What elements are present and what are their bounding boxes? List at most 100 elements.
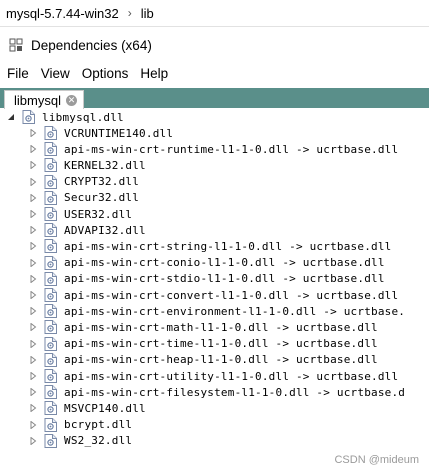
breadcrumb: mysql-5.7.44-win32 › lib bbox=[0, 0, 429, 27]
dll-file-icon bbox=[44, 255, 57, 270]
dll-file-icon bbox=[44, 223, 57, 238]
window-titlebar: Dependencies (x64) bbox=[0, 27, 429, 63]
collapsed-arrow-icon[interactable] bbox=[28, 355, 38, 365]
breadcrumb-separator: › bbox=[127, 6, 132, 20]
dll-file-icon bbox=[44, 320, 57, 335]
tree-item-label: api-ms-win-crt-time-l1-1-0.dll -> ucrtba… bbox=[64, 337, 378, 351]
breadcrumb-item-folder[interactable]: mysql-5.7.44-win32 bbox=[0, 6, 119, 21]
collapsed-arrow-icon[interactable] bbox=[28, 160, 38, 170]
tree-item-label: api-ms-win-crt-string-l1-1-0.dll -> ucrt… bbox=[64, 239, 392, 253]
dll-file-icon bbox=[44, 207, 57, 221]
dll-file-icon bbox=[44, 433, 57, 448]
collapsed-arrow-icon[interactable] bbox=[28, 193, 38, 203]
dll-file-icon bbox=[44, 336, 57, 351]
tree-item[interactable]: VCRUNTIME140.dll bbox=[28, 125, 173, 141]
tree-item[interactable]: api-ms-win-crt-environment-l1-1-0.dll ->… bbox=[28, 303, 405, 319]
dll-file-icon bbox=[44, 352, 57, 367]
expanded-arrow-icon[interactable] bbox=[6, 112, 16, 122]
dll-file-icon bbox=[44, 271, 57, 286]
dll-file-icon bbox=[44, 158, 57, 173]
dll-file-icon bbox=[44, 288, 57, 302]
tree-item[interactable]: KERNEL32.dll bbox=[28, 157, 146, 173]
tree-item[interactable]: ADVAPI32.dll bbox=[28, 222, 146, 238]
tree-item-label: api-ms-win-crt-math-l1-1-0.dll -> ucrtba… bbox=[64, 320, 378, 334]
tree-item-label: api-ms-win-crt-runtime-l1-1-0.dll -> ucr… bbox=[64, 142, 399, 156]
collapsed-arrow-icon[interactable] bbox=[28, 322, 38, 332]
tree-item[interactable]: CRYPT32.dll bbox=[28, 174, 139, 190]
tree-item-label: api-ms-win-crt-filesystem-l1-1-0.dll -> … bbox=[64, 385, 406, 399]
collapsed-arrow-icon[interactable] bbox=[28, 177, 38, 187]
tree-item-label: MSVCP140.dll bbox=[64, 401, 146, 415]
collapsed-arrow-icon[interactable] bbox=[28, 258, 38, 268]
tree-item[interactable]: api-ms-win-crt-conio-l1-1-0.dll -> ucrtb… bbox=[28, 255, 385, 271]
tree-item-label: USER32.dll bbox=[64, 207, 133, 221]
tree-root[interactable]: libmysql.dll bbox=[6, 109, 124, 125]
tree-item[interactable]: bcrypt.dll bbox=[28, 417, 132, 433]
tree-item-label: api-ms-win-crt-heap-l1-1-0.dll -> ucrtba… bbox=[64, 353, 378, 367]
collapsed-arrow-icon[interactable] bbox=[28, 290, 38, 300]
dll-file-icon bbox=[44, 385, 57, 400]
tree-item-label: bcrypt.dll bbox=[64, 418, 133, 432]
dll-file-icon bbox=[44, 304, 57, 319]
dll-file-icon bbox=[44, 417, 57, 432]
tree-item-label: VCRUNTIME140.dll bbox=[64, 126, 174, 140]
collapsed-arrow-icon[interactable] bbox=[28, 128, 38, 138]
collapsed-arrow-icon[interactable] bbox=[28, 339, 38, 349]
tab-label: libmysql bbox=[14, 92, 61, 108]
menu-file[interactable]: File bbox=[0, 66, 35, 81]
breadcrumb-item-lib[interactable]: lib bbox=[141, 6, 154, 21]
collapsed-arrow-icon[interactable] bbox=[28, 225, 38, 235]
tree-item-label: libmysql.dll bbox=[42, 110, 124, 124]
collapsed-arrow-icon[interactable] bbox=[28, 436, 38, 446]
menu-options[interactable]: Options bbox=[76, 66, 135, 81]
collapsed-arrow-icon[interactable] bbox=[28, 306, 38, 316]
tree-item-label: api-ms-win-crt-conio-l1-1-0.dll -> ucrtb… bbox=[64, 256, 385, 270]
tree-item-label: api-ms-win-crt-stdio-l1-1-0.dll -> ucrtb… bbox=[64, 272, 385, 286]
tab-libmysql[interactable]: libmysql ✕ bbox=[4, 90, 84, 109]
tree-item[interactable]: api-ms-win-crt-time-l1-1-0.dll -> ucrtba… bbox=[28, 336, 378, 352]
collapsed-arrow-icon[interactable] bbox=[28, 144, 38, 154]
tree-item[interactable]: MSVCP140.dll bbox=[28, 400, 146, 416]
tree-item[interactable]: WS2_32.dll bbox=[28, 433, 132, 449]
collapsed-arrow-icon[interactable] bbox=[28, 274, 38, 284]
tree-item[interactable]: USER32.dll bbox=[28, 206, 132, 222]
tree-item[interactable]: api-ms-win-crt-convert-l1-1-0.dll -> ucr… bbox=[28, 287, 398, 303]
tab-strip: libmysql ✕ bbox=[0, 88, 429, 109]
app-icon bbox=[9, 38, 23, 52]
tree-item-label: WS2_32.dll bbox=[64, 434, 133, 448]
tree-item-label: KERNEL32.dll bbox=[64, 158, 146, 172]
collapsed-arrow-icon[interactable] bbox=[28, 403, 38, 413]
tree-item[interactable]: api-ms-win-crt-heap-l1-1-0.dll -> ucrtba… bbox=[28, 352, 378, 368]
window-title: Dependencies (x64) bbox=[31, 37, 152, 53]
menu-view[interactable]: View bbox=[35, 66, 76, 81]
collapsed-arrow-icon[interactable] bbox=[28, 371, 38, 381]
tree-item-label: api-ms-win-crt-environment-l1-1-0.dll ->… bbox=[64, 304, 406, 318]
tree-item[interactable]: api-ms-win-crt-filesystem-l1-1-0.dll -> … bbox=[28, 384, 405, 400]
collapsed-arrow-icon[interactable] bbox=[28, 387, 38, 397]
tree-item[interactable]: api-ms-win-crt-string-l1-1-0.dll -> ucrt… bbox=[28, 238, 391, 254]
tree-item-label: CRYPT32.dll bbox=[64, 175, 140, 189]
tree-item[interactable]: api-ms-win-crt-utility-l1-1-0.dll -> ucr… bbox=[28, 368, 398, 384]
dll-file-icon bbox=[44, 126, 57, 140]
watermark: CSDN @mideum bbox=[334, 454, 419, 466]
close-icon[interactable]: ✕ bbox=[65, 94, 77, 106]
tree-item[interactable]: Secur32.dll bbox=[28, 190, 139, 206]
collapsed-arrow-icon[interactable] bbox=[28, 241, 38, 251]
dll-file-icon bbox=[44, 239, 57, 254]
tree-item[interactable]: api-ms-win-crt-stdio-l1-1-0.dll -> ucrtb… bbox=[28, 271, 385, 287]
dll-file-icon bbox=[44, 369, 57, 383]
tree-item-label: api-ms-win-crt-utility-l1-1-0.dll -> ucr… bbox=[64, 369, 399, 383]
tree-item-label: api-ms-win-crt-convert-l1-1-0.dll -> ucr… bbox=[64, 288, 399, 302]
collapsed-arrow-icon[interactable] bbox=[28, 420, 38, 430]
tree-item[interactable]: api-ms-win-crt-runtime-l1-1-0.dll -> ucr… bbox=[28, 141, 398, 157]
tree-item-label: ADVAPI32.dll bbox=[64, 223, 146, 237]
dll-file-icon bbox=[44, 401, 57, 416]
menu-bar: File View Options Help bbox=[0, 63, 429, 84]
dll-file-icon bbox=[22, 110, 35, 124]
tree-item-label: Secur32.dll bbox=[64, 191, 140, 205]
menu-help[interactable]: Help bbox=[134, 66, 174, 81]
dll-file-icon bbox=[44, 190, 57, 205]
dll-file-icon bbox=[44, 174, 57, 189]
tree-item[interactable]: api-ms-win-crt-math-l1-1-0.dll -> ucrtba… bbox=[28, 319, 378, 335]
collapsed-arrow-icon[interactable] bbox=[28, 209, 38, 219]
